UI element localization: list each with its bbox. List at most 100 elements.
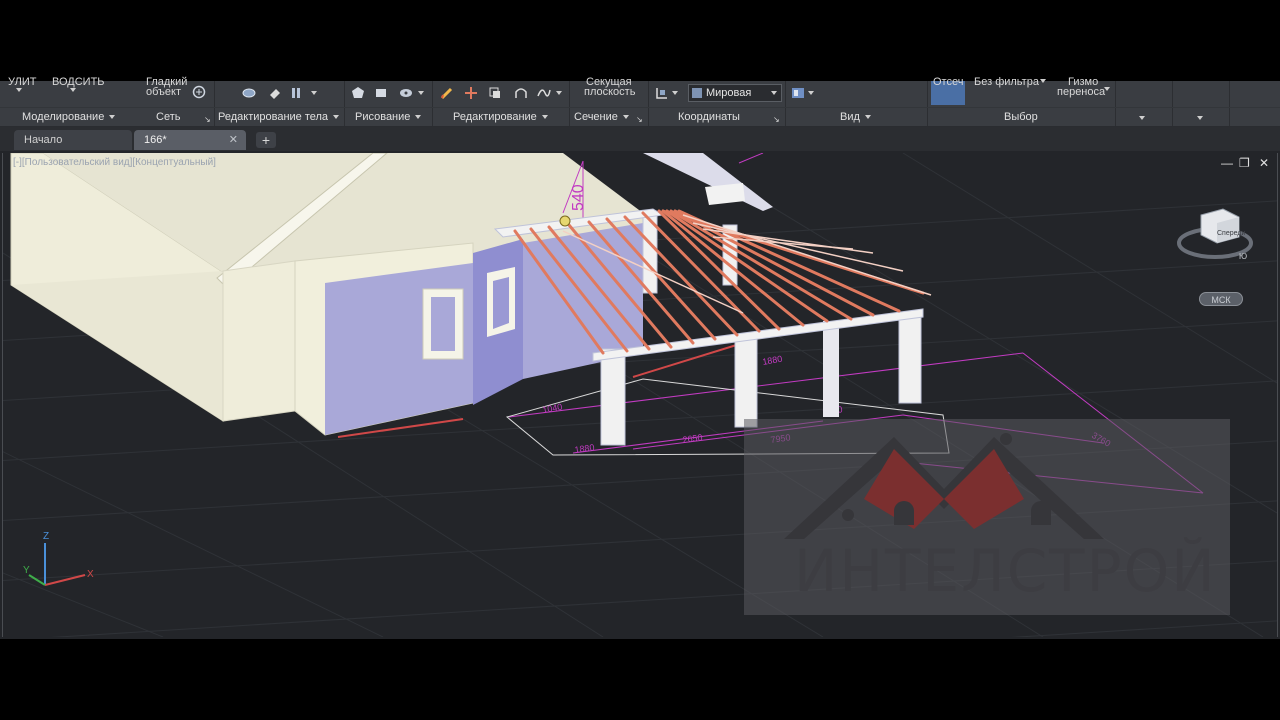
spline-icon[interactable] — [537, 86, 551, 100]
tab-drawing-166[interactable]: 166* ✕ — [134, 130, 246, 150]
chevron-down-icon — [771, 91, 777, 95]
tab-label: Начало — [24, 134, 63, 146]
rectangle-icon[interactable] — [374, 86, 388, 100]
panel-title-modify[interactable]: Редактирование — [453, 108, 548, 126]
chevron-down-icon — [109, 115, 116, 120]
panel-title-label: Вид — [840, 111, 860, 123]
eraser-icon[interactable] — [268, 86, 282, 100]
panel-title-label: Моделирование — [22, 111, 105, 123]
panel-title-solid-editing[interactable]: Редактирование тела — [218, 108, 340, 126]
panel-title-coordinates[interactable]: Координаты — [678, 108, 740, 126]
panel-title-draw[interactable]: Рисование — [355, 108, 422, 126]
panel-title-section[interactable]: Сечение — [574, 108, 629, 126]
column — [734, 338, 758, 428]
smooth-object-label-2[interactable]: объект — [146, 87, 181, 98]
dropdown-caret-icon[interactable] — [70, 88, 76, 92]
viewport-controls-label[interactable]: [-][Пользовательский вид][Концептуальный… — [13, 157, 216, 168]
tab-start[interactable]: Начало — [14, 130, 132, 150]
ucs-icon[interactable] — [655, 86, 669, 100]
panel-separator — [344, 81, 345, 126]
panel-title-label: Координаты — [678, 111, 740, 123]
viewport-config-icon[interactable] — [791, 86, 805, 100]
dropdown-caret-icon[interactable] — [418, 91, 424, 95]
eave-block — [705, 183, 745, 205]
section-plane-label-2[interactable]: плоскость — [584, 87, 635, 98]
panel-title-divider — [0, 107, 1280, 108]
watermark-text: ИНТЕЛСТРОЙ — [794, 537, 1217, 605]
chevron-down-icon — [415, 115, 422, 120]
dialog-launcher-icon[interactable]: ↘ — [636, 114, 643, 125]
culling-button[interactable]: Отсеч — [931, 77, 965, 105]
refine-mesh-icon[interactable] — [192, 85, 206, 99]
solid-edit-icon[interactable] — [242, 86, 256, 100]
new-tab-button[interactable]: + — [256, 132, 276, 148]
panel-title-selection[interactable]: Выбор — [1004, 108, 1038, 126]
ribbon-cropped-label[interactable]: УЛИТ — [8, 77, 36, 88]
dropdown-caret-icon[interactable] — [556, 91, 562, 95]
panel-expand-icon[interactable] — [1197, 116, 1203, 120]
gizmo-label-2[interactable]: переноса — [1057, 87, 1105, 98]
dimension-label: 1040 — [542, 402, 563, 415]
grip-point-icon[interactable] — [559, 215, 571, 227]
coordinate-system-select[interactable]: Мировая — [688, 84, 782, 102]
window-right-glass — [493, 277, 509, 329]
column — [600, 348, 626, 446]
window-left-glass — [431, 297, 455, 351]
column — [823, 321, 839, 417]
panel-separator — [1229, 81, 1230, 126]
panel-separator — [1172, 81, 1173, 126]
dropdown-caret-icon[interactable] — [311, 91, 317, 95]
dropdown-caret-icon[interactable] — [1104, 87, 1110, 91]
panel-title-label: Выбор — [1004, 111, 1038, 123]
dimension-label-height: 540 — [570, 184, 587, 211]
file-tab-bar: Начало 166* ✕ + — [0, 127, 1280, 151]
plus-icon: + — [261, 132, 271, 148]
dialog-launcher-icon[interactable]: ↘ — [204, 114, 211, 125]
axis-z-label: Z — [43, 531, 49, 542]
panel-title-mesh[interactable]: Сеть — [156, 108, 180, 126]
dimension-label: 1880 — [574, 442, 595, 455]
close-icon[interactable]: ✕ — [1259, 157, 1269, 169]
panel-separator — [785, 81, 786, 126]
move-icon[interactable] — [464, 86, 478, 100]
chevron-down-icon — [622, 115, 629, 120]
dropdown-caret-icon[interactable] — [672, 91, 678, 95]
panel-separator — [648, 81, 649, 126]
panel-title-label: Сечение — [574, 111, 618, 123]
dimension-label: 2650 — [682, 432, 703, 445]
tab-label: 166* — [144, 134, 167, 146]
dropdown-caret-icon[interactable] — [1040, 79, 1046, 83]
revolve-icon[interactable] — [399, 86, 413, 100]
ucs-menu-button[interactable]: МСК — [1199, 292, 1243, 306]
columns-icon[interactable] — [290, 86, 304, 100]
model-viewport[interactable]: 540 1040 2650 1880 2950 7950 1880 3760 — [2, 153, 1278, 637]
pencil-icon[interactable] — [440, 86, 454, 100]
chevron-down-icon — [541, 115, 548, 120]
chevron-down-icon — [864, 115, 871, 120]
viewcube[interactable]: Спереди Ю — [1173, 203, 1257, 273]
panel-title-label: Сеть — [156, 111, 181, 123]
viewcube-face-label[interactable]: Спереди — [1217, 230, 1245, 237]
dropdown-caret-icon[interactable] — [808, 91, 814, 95]
filter-label[interactable]: Без фильтра — [974, 77, 1039, 88]
panel-title-label: Редактирование тела — [218, 111, 329, 123]
axis-x-label: X — [87, 569, 94, 580]
house-roof-eave — [643, 153, 773, 211]
world-ucs-icon — [692, 88, 702, 98]
restore-icon[interactable]: ❐ — [1239, 157, 1250, 169]
panel-title-view[interactable]: Вид — [840, 108, 871, 126]
arch-icon[interactable] — [514, 86, 528, 100]
dialog-launcher-icon[interactable]: ↘ — [773, 114, 780, 125]
ribbon: УЛИТ ВОДСИТЬ Гладкий объект Секущая плос… — [0, 77, 1280, 127]
panel-title-modeling[interactable]: Моделирование — [22, 108, 116, 126]
house-wall-corner — [222, 260, 296, 422]
panel-separator — [432, 81, 433, 126]
copy-icon[interactable] — [488, 86, 502, 100]
dropdown-caret-icon[interactable] — [16, 88, 22, 92]
close-icon[interactable]: ✕ — [229, 130, 238, 150]
panel-expand-icon[interactable] — [1139, 116, 1145, 120]
minimize-icon[interactable]: — — [1221, 157, 1233, 169]
polygon-icon[interactable] — [351, 86, 365, 100]
ribbon-cropped-label[interactable]: ВОДСИТЬ — [52, 77, 105, 88]
compass-direction-label[interactable]: Ю — [1239, 252, 1247, 261]
